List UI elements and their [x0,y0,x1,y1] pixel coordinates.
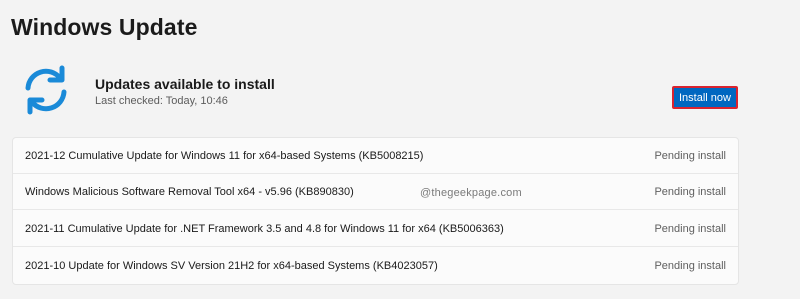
page-title: Windows Update [11,14,198,40]
update-row: 2021-10 Update for Windows SV Version 21… [13,248,738,284]
watermark-text: @thegeekpage.com [420,187,522,199]
update-name: 2021-10 Update for Windows SV Version 21… [25,260,438,272]
sync-icon [25,65,67,115]
update-name: 2021-11 Cumulative Update for .NET Frame… [25,222,504,235]
update-row: Windows Malicious Software Removal Tool … [13,174,738,210]
update-row: 2021-11 Cumulative Update for .NET Frame… [13,211,738,247]
update-list: 2021-12 Cumulative Update for Windows 11… [12,137,739,285]
install-now-button[interactable]: Install now [672,86,738,109]
update-status: Pending install [654,149,726,162]
update-row: 2021-12 Cumulative Update for Windows 11… [13,138,738,174]
update-status: Pending install [654,222,726,235]
update-status: Pending install [654,260,726,272]
last-checked-text: Last checked: Today, 10:46 [95,95,228,107]
update-name: Windows Malicious Software Removal Tool … [25,185,354,198]
update-status: Pending install [654,185,726,198]
status-title: Updates available to install [95,76,275,92]
update-name: 2021-12 Cumulative Update for Windows 11… [25,149,424,162]
